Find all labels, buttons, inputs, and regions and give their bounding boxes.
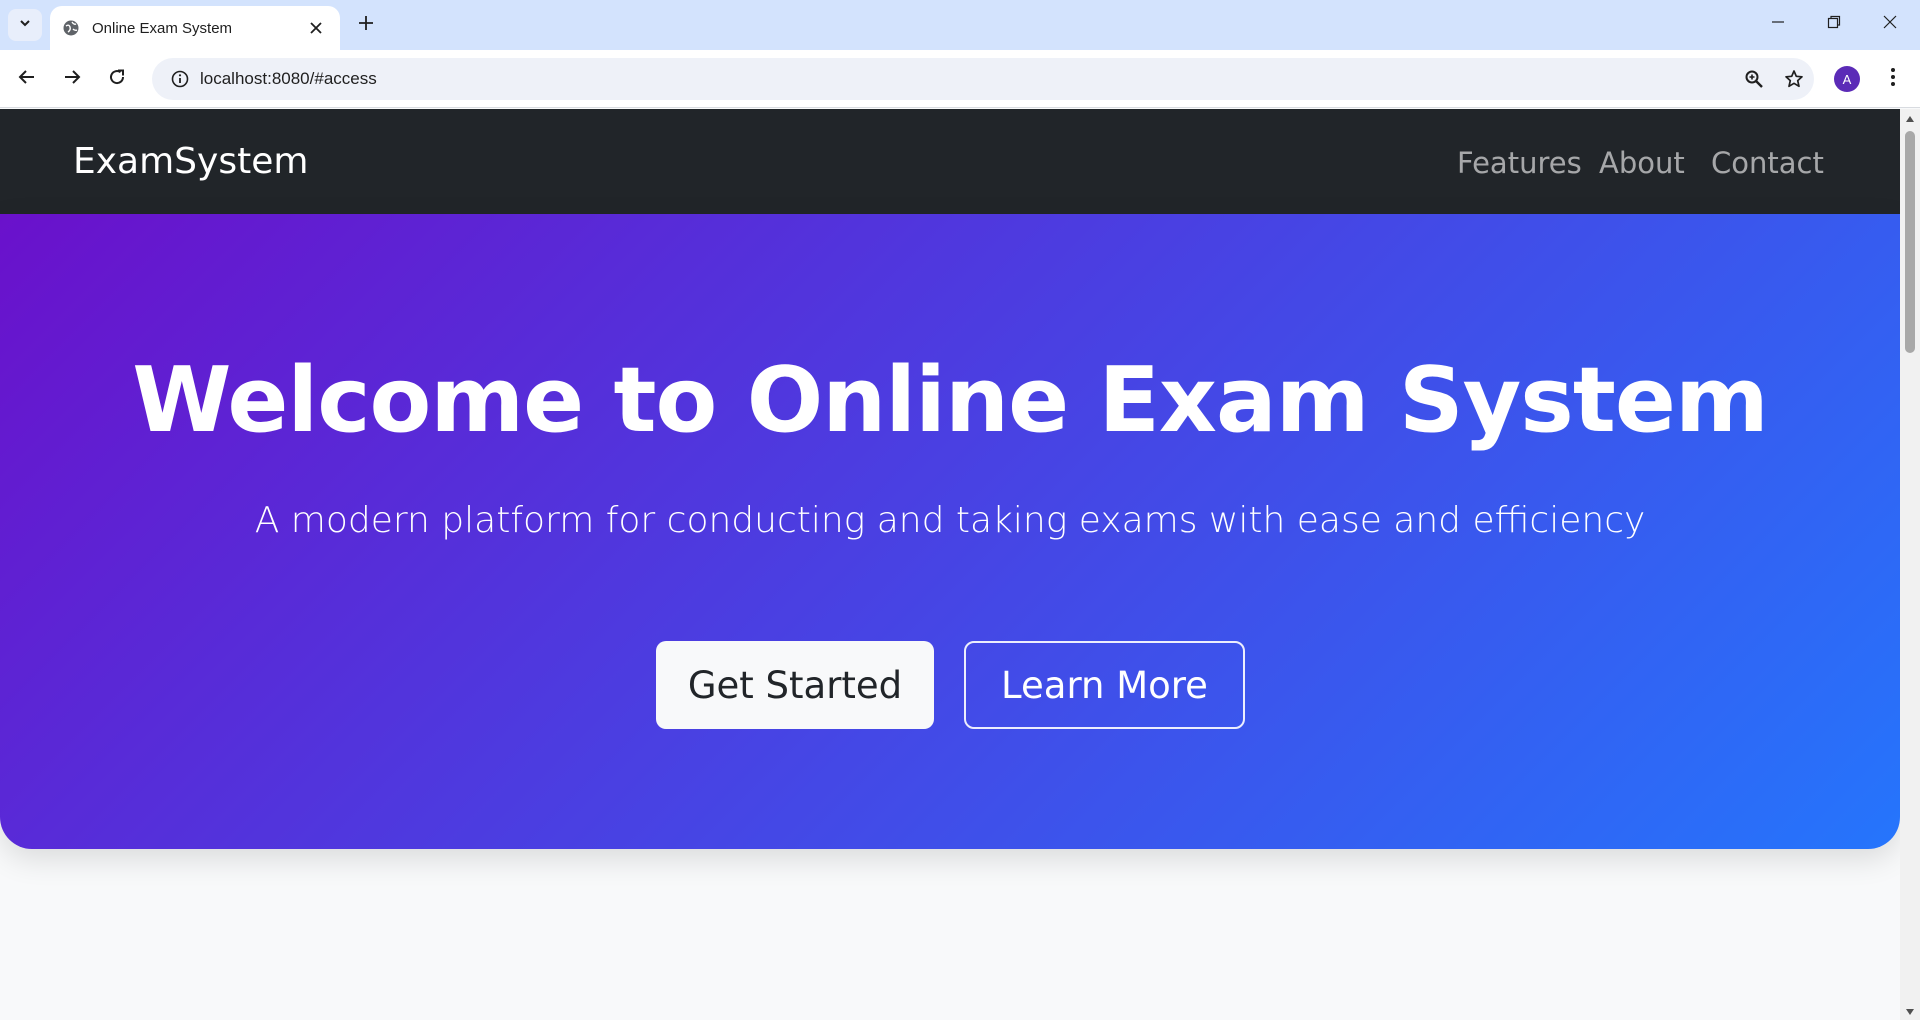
- page-scrollbar[interactable]: [1900, 109, 1920, 1020]
- star-icon[interactable]: [1774, 58, 1814, 100]
- info-icon[interactable]: [160, 58, 200, 100]
- close-icon: [1883, 15, 1897, 34]
- browser-menu-button[interactable]: [1878, 62, 1908, 96]
- nav-link-features[interactable]: Features: [1457, 146, 1582, 180]
- browser-tab[interactable]: Online Exam System: [50, 6, 340, 50]
- close-icon[interactable]: [304, 16, 328, 40]
- profile-avatar[interactable]: A: [1834, 66, 1860, 92]
- scrollbar-thumb[interactable]: [1905, 131, 1915, 353]
- get-started-button[interactable]: Get Started: [656, 641, 934, 729]
- page-viewport: ExamSystem Features About Contact Welcom…: [0, 109, 1900, 1020]
- scroll-up-arrow-icon[interactable]: [1900, 111, 1920, 127]
- brand-logo[interactable]: ExamSystem: [73, 141, 308, 182]
- back-arrow-icon: [18, 68, 36, 91]
- scroll-down-arrow-icon[interactable]: [1900, 1004, 1920, 1020]
- zoom-icon[interactable]: [1734, 58, 1774, 100]
- restore-button[interactable]: [1806, 0, 1862, 48]
- new-tab-button[interactable]: [352, 11, 380, 39]
- browser-toolbar: localhost:8080/#access A: [0, 50, 1920, 108]
- forward-button[interactable]: [55, 62, 89, 96]
- site-navbar: ExamSystem Features About Contact: [0, 109, 1900, 214]
- minimize-button[interactable]: [1750, 0, 1806, 48]
- minimize-icon: [1771, 15, 1785, 34]
- close-window-button[interactable]: [1862, 0, 1918, 48]
- learn-more-button[interactable]: Learn More: [964, 641, 1245, 729]
- globe-icon: [62, 19, 80, 37]
- forward-arrow-icon: [63, 68, 81, 91]
- address-bar[interactable]: localhost:8080/#access: [152, 58, 1814, 100]
- kebab-menu-icon: [1890, 67, 1896, 92]
- nav-link-contact[interactable]: Contact: [1711, 146, 1824, 180]
- browser-tabstrip: Online Exam System: [0, 0, 1920, 50]
- url-text[interactable]: localhost:8080/#access: [200, 69, 1734, 89]
- chevron-down-icon: [18, 16, 32, 35]
- nav-link-about[interactable]: About: [1599, 146, 1685, 180]
- tab-search-button[interactable]: [8, 9, 42, 41]
- hero-section: Welcome to Online Exam System A modern p…: [0, 214, 1900, 849]
- tab-title: Online Exam System: [92, 19, 233, 37]
- reload-icon: [108, 68, 126, 91]
- restore-icon: [1827, 15, 1841, 34]
- hero-title: Welcome to Online Exam System: [132, 348, 1768, 453]
- reload-button[interactable]: [100, 62, 134, 96]
- plus-icon: [358, 15, 374, 36]
- back-button[interactable]: [10, 62, 44, 96]
- hero-subtitle: A modern platform for conducting and tak…: [254, 500, 1646, 541]
